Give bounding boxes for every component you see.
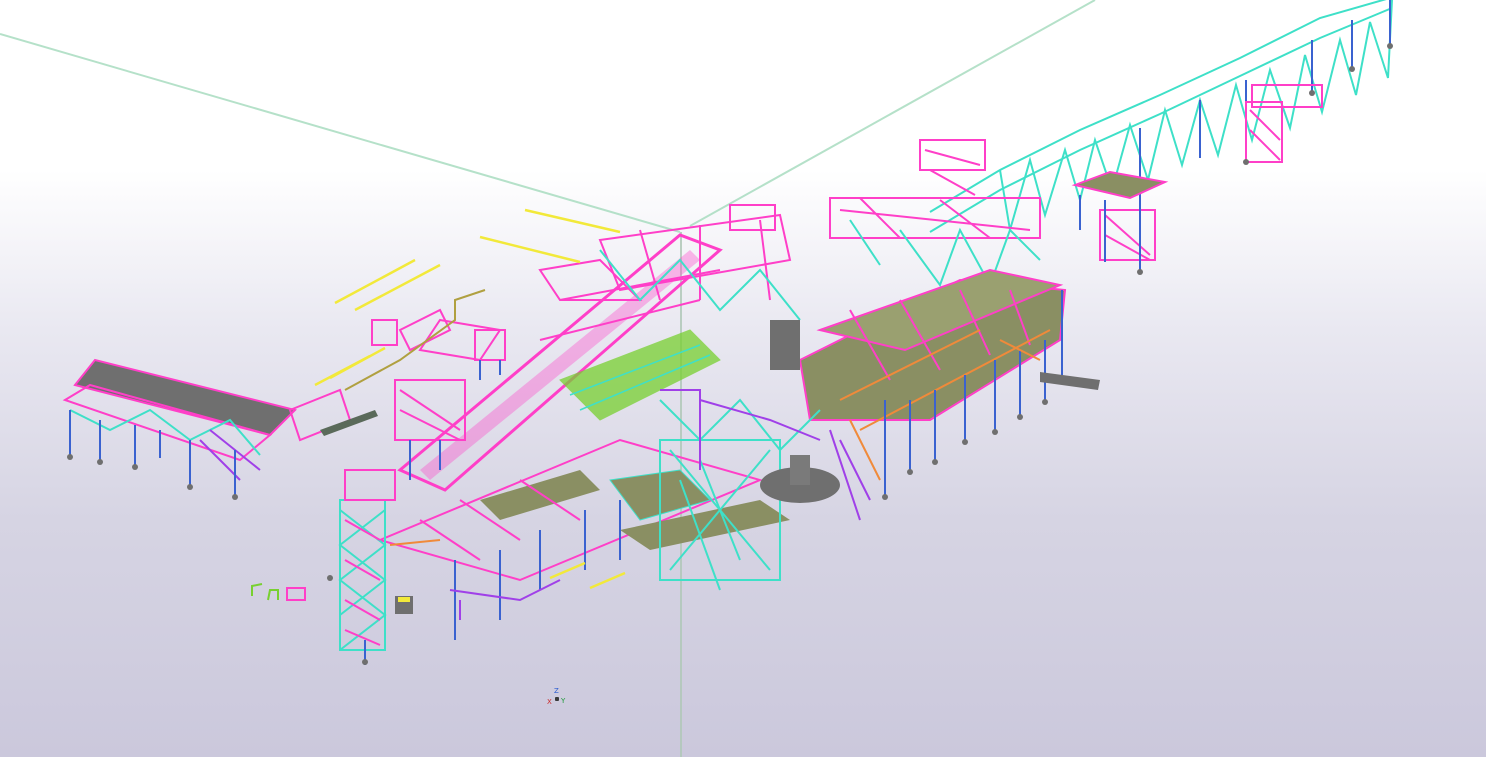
axis-origin-icon <box>555 697 559 701</box>
grid-line-a <box>0 33 681 233</box>
axis-y-label: Y <box>561 697 566 705</box>
small-parts <box>251 575 413 614</box>
structural-model-render[interactable] <box>0 0 1486 757</box>
axis-triad-icon: Z X Y <box>546 688 570 710</box>
left-platform <box>62 358 378 495</box>
stair-tower-left <box>338 469 396 665</box>
right-building <box>798 268 1100 495</box>
column-feet <box>67 43 1393 665</box>
stair-tower-right <box>1245 84 1323 163</box>
axis-z-label: Z <box>554 687 559 695</box>
axis-x-label: X <box>547 698 552 706</box>
gallery-columns <box>1139 0 1391 200</box>
platform-right <box>1071 170 1169 272</box>
model-viewport[interactable]: Z X Y <box>0 0 1486 757</box>
grid-line-b <box>689 0 1096 227</box>
